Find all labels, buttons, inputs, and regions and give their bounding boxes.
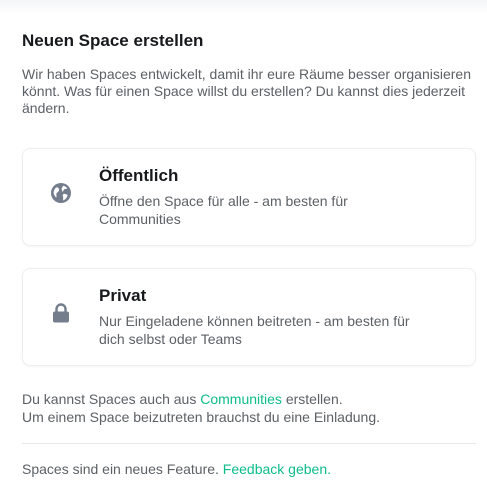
divider xyxy=(22,443,476,444)
option-title: Privat xyxy=(99,286,147,305)
footer-suffix: erstellen. xyxy=(281,391,343,407)
option-description: Öffne den Space für alle - am besten für… xyxy=(99,193,348,227)
feedback-row: Spaces sind ein neues Feature. Feedback … xyxy=(22,460,331,478)
feedback-link[interactable]: Feedback geben. xyxy=(223,461,331,477)
footer-info: Du kannst Spaces auch aus Communities er… xyxy=(22,390,476,426)
dialog-intro: Wir haben Spaces entwickelt, damit ihr e… xyxy=(22,66,471,116)
top-edge xyxy=(0,0,487,14)
private-space-option[interactable]: Privat Nur Eingeladene können beitreten … xyxy=(22,268,476,366)
footer-prefix: Du kannst Spaces auch aus xyxy=(22,391,201,407)
lock-icon xyxy=(49,301,73,325)
option-description: Nur Eingeladene können beitreten - am be… xyxy=(99,313,410,347)
create-space-dialog: Neuen Space erstellen Wir haben Spaces e… xyxy=(22,30,476,477)
communities-link[interactable]: Communities xyxy=(200,391,282,407)
footer-invite-note: Um einem Space beizutreten brauchst du e… xyxy=(22,409,380,425)
globe-icon xyxy=(49,181,73,205)
feedback-text: Spaces sind ein neues Feature. xyxy=(22,461,223,477)
public-space-option[interactable]: Öffentlich Öffne den Space für alle - am… xyxy=(22,148,476,246)
dialog-title: Neuen Space erstellen xyxy=(22,31,204,50)
option-title: Öffentlich xyxy=(99,166,179,185)
